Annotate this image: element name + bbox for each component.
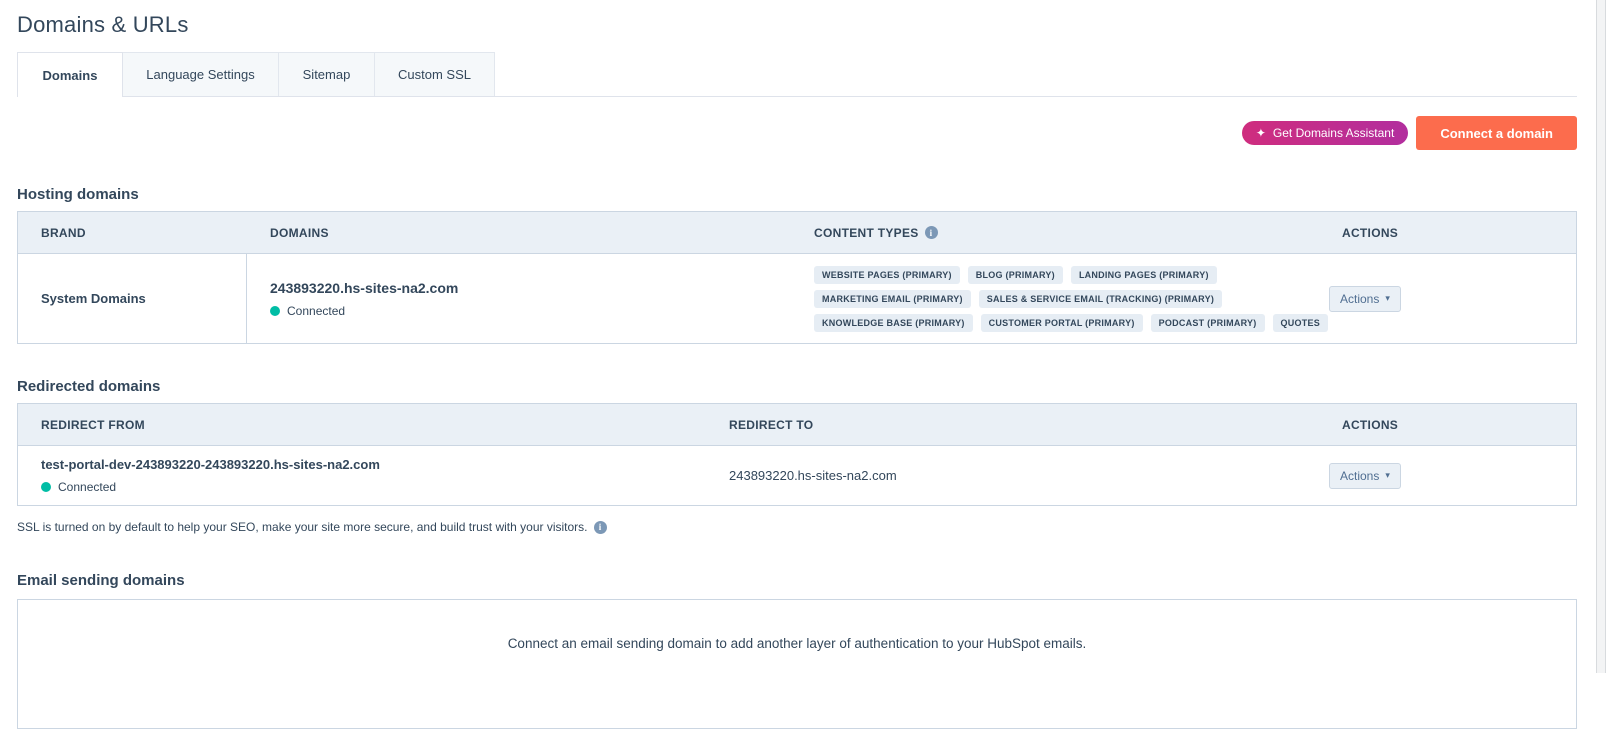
chevron-down-icon: ▾ — [1385, 294, 1390, 303]
toolbar: ✦ Get Domains Assistant Connect a domain — [17, 116, 1577, 150]
status-badge: Connected — [58, 480, 116, 494]
get-domains-assistant-button[interactable]: ✦ Get Domains Assistant — [1242, 121, 1408, 145]
column-redirect-from: REDIRECT FROM — [18, 418, 706, 432]
assistant-button-label: Get Domains Assistant — [1273, 126, 1394, 140]
actions-cell: Actions ▾ — [1319, 463, 1576, 489]
hosting-table-header: BRAND DOMAINS CONTENT TYPES i ACTIONS — [18, 212, 1576, 253]
content-type-badges: WEBSITE PAGES (PRIMARY) BLOG (PRIMARY) LAN… — [791, 266, 1319, 332]
actions-button-label: Actions — [1340, 469, 1379, 483]
content-type-badge: PODCAST (PRIMARY) — [1151, 314, 1265, 332]
brand-cell: System Domains — [18, 254, 247, 343]
sparkle-icon: ✦ — [1256, 127, 1266, 139]
content-type-badge: WEBSITE PAGES (PRIMARY) — [814, 266, 960, 284]
actions-dropdown-button[interactable]: Actions ▾ — [1329, 463, 1401, 489]
actions-button-label: Actions — [1340, 292, 1379, 306]
column-actions: ACTIONS — [1319, 418, 1576, 432]
connected-status-icon — [41, 482, 51, 492]
content-type-badge: KNOWLEDGE BASE (PRIMARY) — [814, 314, 973, 332]
email-sending-domains-empty-state: Connect an email sending domain to add a… — [17, 599, 1577, 729]
status-line: Connected — [41, 480, 706, 494]
tab-sitemap[interactable]: Sitemap — [278, 52, 375, 97]
content-type-badge: MARKETING EMAIL (PRIMARY) — [814, 290, 971, 308]
chevron-down-icon: ▾ — [1385, 471, 1390, 480]
tab-domains[interactable]: Domains — [17, 52, 123, 97]
settings-content: Domains & URLs DomainsLanguage SettingsS… — [17, 0, 1577, 729]
badge-row: WEBSITE PAGES (PRIMARY) BLOG (PRIMARY) LAN… — [814, 266, 1319, 284]
redirect-table-header: REDIRECT FROM REDIRECT TO ACTIONS — [18, 404, 1576, 445]
badge-row: MARKETING EMAIL (PRIMARY) SALES & SERVICE… — [814, 290, 1319, 308]
tab-bar: DomainsLanguage SettingsSitemapCustom SS… — [17, 52, 1577, 97]
column-actions: ACTIONS — [1319, 226, 1576, 240]
ssl-note: SSL is turned on by default to help your… — [17, 520, 1577, 534]
content-type-badge: SALES & SERVICE EMAIL (TRACKING) (PRIMAR… — [979, 290, 1222, 308]
ssl-note-text: SSL is turned on by default to help your… — [17, 520, 588, 534]
connected-status-icon — [270, 306, 280, 316]
content-type-badge: CUSTOMER PORTAL (PRIMARY) — [981, 314, 1143, 332]
redirect-from-cell: test-portal-dev-243893220-243893220.hs-s… — [18, 457, 706, 494]
connect-a-domain-button[interactable]: Connect a domain — [1416, 116, 1577, 150]
redirect-from-domain: test-portal-dev-243893220-243893220.hs-s… — [41, 457, 706, 472]
content-type-badge: BLOG (PRIMARY) — [968, 266, 1063, 284]
table-row: System Domains 243893220.hs-sites-na2.co… — [18, 253, 1576, 343]
badge-row: KNOWLEDGE BASE (PRIMARY) CUSTOMER PORTAL … — [814, 314, 1319, 332]
tab-language-settings[interactable]: Language Settings — [122, 52, 279, 97]
info-icon[interactable]: i — [594, 521, 607, 534]
redirected-domains-heading: Redirected domains — [17, 378, 1577, 396]
column-redirect-to: REDIRECT TO — [706, 418, 1319, 432]
column-domains: DOMAINS — [247, 226, 791, 240]
redirected-domains-table: REDIRECT FROM REDIRECT TO ACTIONS test-p… — [17, 403, 1577, 506]
table-row: test-portal-dev-243893220-243893220.hs-s… — [18, 445, 1576, 505]
email-sending-domains-heading: Email sending domains — [17, 572, 1577, 590]
hosting-domains-heading: Hosting domains — [17, 186, 1577, 204]
actions-dropdown-button[interactable]: Actions ▾ — [1329, 286, 1401, 312]
domain-name: 243893220.hs-sites-na2.com — [270, 280, 791, 296]
status-badge: Connected — [287, 304, 345, 318]
redirect-to-domain: 243893220.hs-sites-na2.com — [706, 468, 1319, 483]
status-line: Connected — [270, 304, 791, 318]
column-brand: BRAND — [18, 226, 247, 240]
column-content-types-label: CONTENT TYPES — [814, 226, 919, 240]
page-title: Domains & URLs — [17, 12, 1577, 38]
content-type-badge: QUOTES — [1273, 314, 1329, 332]
email-empty-text: Connect an email sending domain to add a… — [508, 636, 1087, 728]
info-icon[interactable]: i — [925, 226, 938, 239]
domain-cell: 243893220.hs-sites-na2.com Connected — [247, 280, 791, 318]
tab-custom-ssl[interactable]: Custom SSL — [374, 52, 495, 97]
hosting-domains-table: BRAND DOMAINS CONTENT TYPES i ACTIONS Sy… — [17, 211, 1577, 344]
column-content-types: CONTENT TYPES i — [791, 226, 1319, 240]
content-type-badge: LANDING PAGES (PRIMARY) — [1071, 266, 1217, 284]
vertical-scrollbar[interactable] — [1596, 0, 1606, 673]
actions-cell: Actions ▾ — [1319, 286, 1576, 312]
